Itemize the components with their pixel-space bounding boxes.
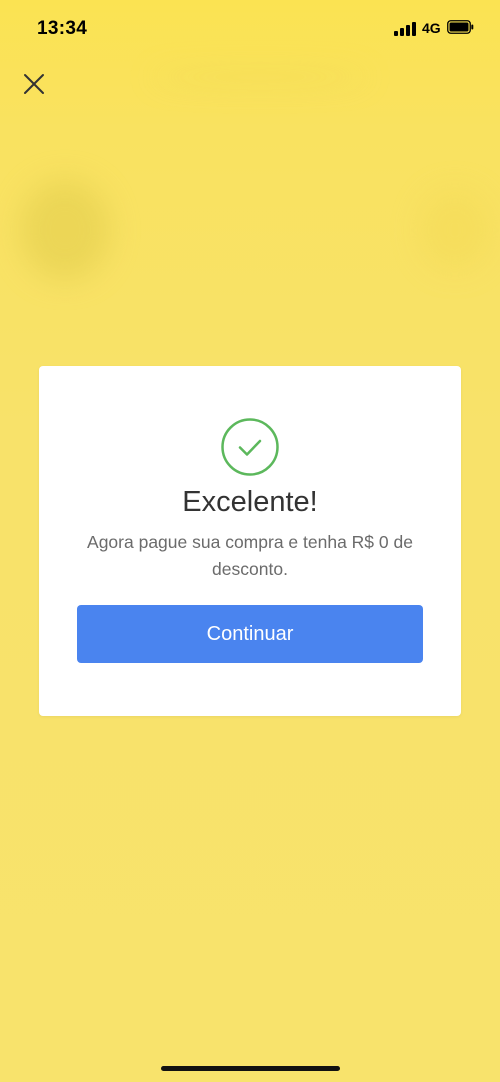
network-type: 4G xyxy=(422,20,441,36)
status-bar: 13:34 4G xyxy=(0,0,500,60)
status-time: 13:34 xyxy=(37,18,88,39)
dialog-title: Excelente! xyxy=(182,486,318,518)
close-icon xyxy=(24,74,44,94)
continue-button[interactable]: Continuar xyxy=(77,605,423,663)
dialog-message: Agora pague sua compra e tenha R$ 0 de d… xyxy=(87,532,413,579)
home-indicator xyxy=(161,1066,340,1071)
signal-strength-icon xyxy=(394,22,418,36)
check-circle-icon xyxy=(221,418,279,476)
battery-icon xyxy=(447,20,474,34)
close-button[interactable] xyxy=(18,68,50,100)
success-dialog: Excelente! Agora pague sua compra e tenh… xyxy=(39,366,461,716)
